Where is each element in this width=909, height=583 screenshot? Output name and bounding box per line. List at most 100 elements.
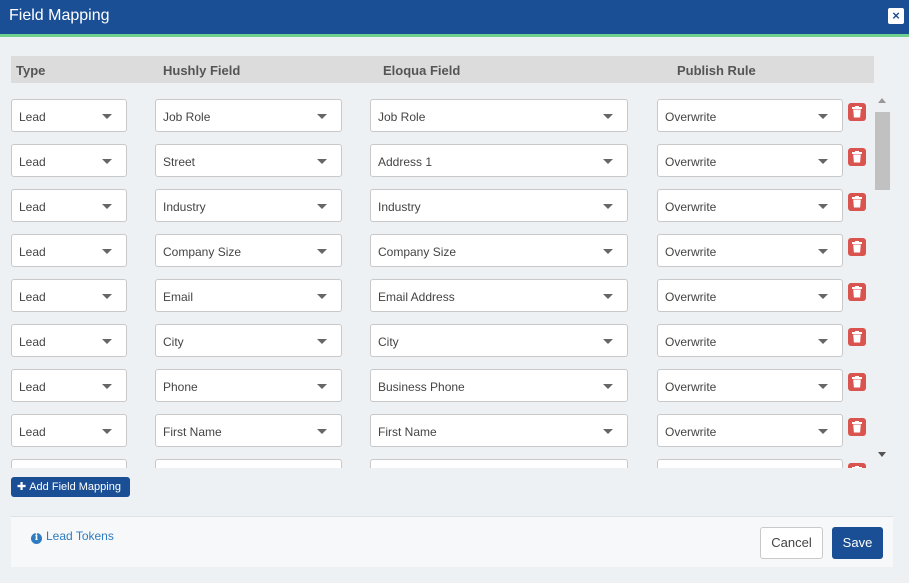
publish-rule-select-value: Overwrite bbox=[665, 380, 717, 394]
chevron-down-icon bbox=[317, 114, 327, 119]
dialog-title: Field Mapping bbox=[9, 7, 110, 24]
eloqua-field-select[interactable]: Company Size bbox=[370, 234, 628, 267]
delete-row-button[interactable] bbox=[848, 463, 866, 468]
delete-row-button[interactable] bbox=[848, 283, 866, 301]
chevron-down-icon bbox=[818, 294, 828, 299]
type-select-value: Lead bbox=[19, 110, 46, 124]
eloqua-field-select[interactable]: Industry bbox=[370, 189, 628, 222]
chevron-down-icon bbox=[102, 114, 112, 119]
add-field-mapping-label: Add Field Mapping bbox=[29, 481, 121, 493]
hushly-field-select-value: Job Role bbox=[163, 110, 211, 124]
hushly-field-select[interactable]: Street bbox=[155, 144, 342, 177]
trash-icon bbox=[852, 286, 862, 298]
delete-row-button[interactable] bbox=[848, 238, 866, 256]
eloqua-field-select-value: Job Role bbox=[378, 110, 426, 124]
chevron-down-icon bbox=[317, 159, 327, 164]
type-select[interactable]: Lead bbox=[11, 414, 127, 447]
publish-rule-select[interactable]: Overwrite bbox=[657, 144, 843, 177]
scrollbar[interactable] bbox=[874, 96, 891, 462]
publish-rule-select-value: Overwrite bbox=[665, 335, 717, 349]
eloqua-field-select[interactable]: City bbox=[370, 324, 628, 357]
chevron-down-icon bbox=[102, 429, 112, 434]
table-row: Lead Street Address 1 Overwrite bbox=[0, 144, 872, 178]
table-row: Lead Email Email Address Overwrite bbox=[0, 279, 872, 313]
delete-row-button[interactable] bbox=[848, 193, 866, 211]
type-select[interactable]: Lead bbox=[11, 189, 127, 222]
delete-row-button[interactable] bbox=[848, 418, 866, 436]
eloqua-field-select[interactable]: First Name bbox=[370, 414, 628, 447]
chevron-down-icon bbox=[317, 249, 327, 254]
scroll-down-arrow-icon[interactable] bbox=[878, 452, 886, 457]
chevron-down-icon bbox=[818, 249, 828, 254]
cancel-button[interactable]: Cancel bbox=[760, 527, 823, 559]
chevron-down-icon bbox=[102, 294, 112, 299]
type-select[interactable]: Lead bbox=[11, 144, 127, 177]
publish-rule-select-value: Overwrite bbox=[665, 200, 717, 214]
trash-icon bbox=[852, 331, 862, 343]
type-select-value: Lead bbox=[19, 335, 46, 349]
type-select[interactable] bbox=[11, 459, 127, 468]
type-select[interactable]: Lead bbox=[11, 324, 127, 357]
chevron-down-icon bbox=[603, 339, 613, 344]
eloqua-field-select[interactable]: Email Address bbox=[370, 279, 628, 312]
type-select-value: Lead bbox=[19, 425, 46, 439]
hushly-field-select[interactable] bbox=[155, 459, 342, 468]
hushly-field-select[interactable]: City bbox=[155, 324, 342, 357]
eloqua-field-select-value: First Name bbox=[378, 425, 437, 439]
scroll-up-arrow-icon[interactable] bbox=[878, 98, 886, 103]
hushly-field-select[interactable]: Industry bbox=[155, 189, 342, 222]
table-row: Lead Phone Business Phone Overwrite bbox=[0, 369, 872, 403]
trash-icon bbox=[852, 376, 862, 388]
type-select[interactable]: Lead bbox=[11, 369, 127, 402]
eloqua-field-select[interactable]: Address 1 bbox=[370, 144, 628, 177]
publish-rule-select[interactable]: Overwrite bbox=[657, 189, 843, 222]
column-header-publish-rule: Publish Rule bbox=[677, 63, 756, 78]
eloqua-field-select-value: Company Size bbox=[378, 245, 457, 259]
title-bar: Field Mapping × bbox=[0, 0, 909, 34]
info-icon: i bbox=[31, 533, 42, 544]
eloqua-field-select[interactable]: Business Phone bbox=[370, 369, 628, 402]
add-field-mapping-button[interactable]: ✚ Add Field Mapping bbox=[11, 477, 130, 497]
publish-rule-select[interactable]: Overwrite bbox=[657, 279, 843, 312]
delete-row-button[interactable] bbox=[848, 328, 866, 346]
publish-rule-select-value: Overwrite bbox=[665, 245, 717, 259]
eloqua-field-select[interactable]: Job Role bbox=[370, 99, 628, 132]
type-select[interactable]: Lead bbox=[11, 234, 127, 267]
eloqua-field-select-value: Business Phone bbox=[378, 380, 465, 394]
delete-row-button[interactable] bbox=[848, 103, 866, 121]
hushly-field-select[interactable]: Email bbox=[155, 279, 342, 312]
delete-row-button[interactable] bbox=[848, 148, 866, 166]
hushly-field-select[interactable]: Job Role bbox=[155, 99, 342, 132]
publish-rule-select[interactable] bbox=[657, 459, 843, 468]
trash-icon bbox=[852, 106, 862, 118]
publish-rule-select-value: Overwrite bbox=[665, 110, 717, 124]
hushly-field-select-value: First Name bbox=[163, 425, 222, 439]
trash-icon bbox=[852, 241, 862, 253]
save-button[interactable]: Save bbox=[832, 527, 883, 559]
delete-row-button[interactable] bbox=[848, 373, 866, 391]
close-icon[interactable]: × bbox=[888, 8, 904, 24]
type-select[interactable]: Lead bbox=[11, 279, 127, 312]
publish-rule-select[interactable]: Overwrite bbox=[657, 234, 843, 267]
chevron-down-icon bbox=[102, 339, 112, 344]
table-row: Lead City City Overwrite bbox=[0, 324, 872, 358]
hushly-field-select[interactable]: Company Size bbox=[155, 234, 342, 267]
scroll-thumb[interactable] bbox=[875, 112, 890, 190]
eloqua-field-select-value: Address 1 bbox=[378, 155, 433, 169]
publish-rule-select-value: Overwrite bbox=[665, 155, 717, 169]
type-select-value: Lead bbox=[19, 380, 46, 394]
publish-rule-select[interactable]: Overwrite bbox=[657, 99, 843, 132]
publish-rule-select[interactable]: Overwrite bbox=[657, 414, 843, 447]
eloqua-field-select[interactable] bbox=[370, 459, 628, 468]
eloqua-field-select-value: City bbox=[378, 335, 399, 349]
publish-rule-select[interactable]: Overwrite bbox=[657, 369, 843, 402]
hushly-field-select-value: Email bbox=[163, 290, 194, 304]
type-select[interactable]: Lead bbox=[11, 99, 127, 132]
table-row: Lead Industry Industry Overwrite bbox=[0, 189, 872, 223]
chevron-down-icon bbox=[603, 384, 613, 389]
publish-rule-select[interactable]: Overwrite bbox=[657, 324, 843, 357]
lead-tokens-link[interactable]: i Lead Tokens bbox=[31, 529, 114, 544]
chevron-down-icon bbox=[603, 159, 613, 164]
hushly-field-select[interactable]: First Name bbox=[155, 414, 342, 447]
hushly-field-select[interactable]: Phone bbox=[155, 369, 342, 402]
